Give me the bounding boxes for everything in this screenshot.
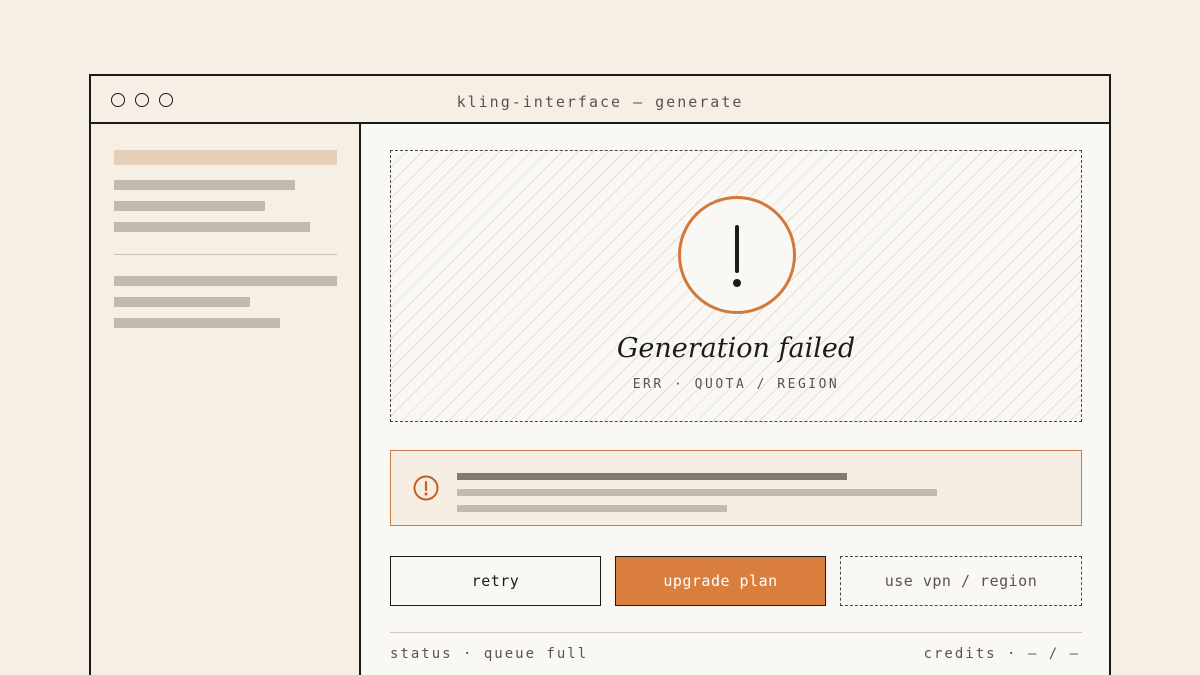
sidebar-item[interactable] xyxy=(114,201,265,211)
alert-text-line xyxy=(457,505,727,512)
exclamation-icon xyxy=(678,196,796,314)
alert-text-line xyxy=(457,489,937,496)
alert-banner xyxy=(390,450,1082,526)
retry-button[interactable]: retry xyxy=(390,556,601,606)
alert-text-line xyxy=(457,473,847,480)
generation-preview: Generation failed ERR · QUOTA / REGION xyxy=(390,150,1082,422)
sidebar-item[interactable] xyxy=(114,297,250,307)
sidebar-item-active[interactable] xyxy=(114,150,337,165)
sidebar-divider xyxy=(114,254,337,255)
sidebar-item[interactable] xyxy=(114,180,295,190)
use-vpn-region-button[interactable]: use vpn / region xyxy=(840,556,1082,606)
sidebar xyxy=(91,124,361,675)
footer-divider xyxy=(390,632,1082,633)
sidebar-item[interactable] xyxy=(114,318,280,328)
main-panel: Generation failed ERR · QUOTA / REGION r… xyxy=(361,124,1109,675)
sidebar-item[interactable] xyxy=(114,276,337,286)
alert-exclamation-icon xyxy=(413,475,439,501)
title-bar: kling-interface — generate xyxy=(91,76,1109,124)
window-title: kling-interface — generate xyxy=(456,93,744,111)
app-window: kling-interface — generate Generation fa… xyxy=(89,74,1111,675)
sidebar-item[interactable] xyxy=(114,222,310,232)
upgrade-plan-button[interactable]: upgrade plan xyxy=(615,556,826,606)
status-text: status · queue full xyxy=(390,646,589,662)
error-heading: Generation failed xyxy=(616,333,856,364)
credits-text: credits · — / — xyxy=(923,646,1080,662)
error-code: ERR · QUOTA / REGION xyxy=(632,377,840,392)
